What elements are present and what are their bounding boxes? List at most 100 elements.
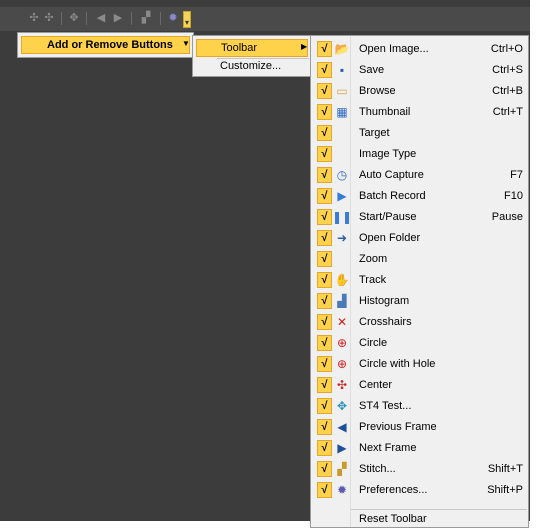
preferences-icon[interactable]: ✹ (167, 12, 179, 24)
checkmark-icon: √ (317, 251, 332, 267)
checkmark-icon: √ (317, 335, 332, 351)
crosshair-icon[interactable]: ✣ (43, 12, 55, 24)
toolbar-button-label: Batch Record (359, 190, 426, 202)
toolbar-button-item[interactable]: √ ▶ Batch Record F10 (314, 186, 526, 207)
crosshair-icon[interactable]: ✣ (28, 12, 40, 24)
toolbar-button-label: Thumbnail (359, 106, 411, 118)
thumbnail-icon: ▦ (336, 105, 348, 119)
keyboard-shortcut: Ctrl+T (492, 106, 523, 118)
toolbar-button-item[interactable]: √ Zoom (314, 249, 526, 270)
checkmark-icon: √ (317, 146, 332, 162)
add-or-remove-buttons-item[interactable]: Add or Remove Buttons ▼ (21, 36, 190, 54)
toolbar-button-item[interactable]: √ ▟ Histogram (314, 291, 526, 312)
toolbar-button-item[interactable]: √ Target (314, 123, 526, 144)
toolbar-button-item[interactable]: √ ⊕ Circle with Hole (314, 354, 526, 375)
toolbar-button-label: Histogram (359, 295, 410, 307)
checkmark-icon: √ (317, 167, 332, 183)
checkmark-icon: √ (317, 230, 332, 246)
toolbar-button-label: Zoom (359, 253, 388, 265)
toolbar-button-item[interactable]: √ ✥ ST4 Test... (314, 396, 526, 417)
toolbar-button-item[interactable]: √ ✹ Preferences... Shift+P (314, 480, 526, 501)
toolbar-button-label: Auto Capture (359, 169, 424, 181)
previous-frame-icon: ◀ (337, 420, 347, 434)
toolbar-button-label: ST4 Test... (359, 400, 412, 412)
toolbar-button-label: Next Frame (359, 442, 417, 454)
toolbar-overflow-button[interactable]: ▾ (183, 11, 191, 28)
toolbar-button-label: Open Folder (359, 232, 421, 244)
clock-icon: ◷ (336, 168, 348, 182)
toolbar-button-item[interactable]: √ ◀ Previous Frame (314, 417, 526, 438)
checkmark-icon: √ (317, 83, 332, 99)
pause-icon: ❚❚ (331, 210, 353, 224)
checkmark-icon: √ (317, 440, 332, 456)
stitch-icon[interactable]: ▞ (140, 12, 152, 24)
toolbar-button-label: Browse (359, 85, 396, 97)
toolbar-button-label: Image Type (359, 148, 417, 160)
toolbar-button-item[interactable]: √ ▞ Stitch... Shift+T (314, 459, 526, 480)
toolbar-button-label: Crosshairs (359, 316, 412, 328)
toolbar-separator (160, 12, 161, 25)
toolbar-button-item[interactable]: √ ❚❚ Start/Pause Pause (314, 207, 526, 228)
toolbar-button-item[interactable]: √ ✕ Crosshairs (314, 312, 526, 333)
toolbar-button-label: Center (359, 379, 393, 391)
toolbar-button-item[interactable]: √ ▪ Save Ctrl+S (314, 60, 526, 81)
customize-menu-item[interactable]: Customize... (196, 59, 308, 75)
toolbar-button-item[interactable]: √ ⊕ Circle (314, 333, 526, 354)
keyboard-shortcut: F7 (510, 169, 523, 181)
checkmark-icon: √ (317, 62, 332, 78)
keyboard-shortcut: Shift+P (487, 484, 523, 496)
toolbar-button-item[interactable]: √ ✣ Center (314, 375, 526, 396)
toolbar-button-label: Circle (359, 337, 388, 349)
move-icon[interactable]: ✥ (68, 12, 80, 24)
previous-frame-icon[interactable]: ◀ (95, 12, 107, 24)
reset-toolbar-item[interactable]: Reset Toolbar (314, 510, 526, 527)
checkmark-icon: √ (317, 356, 332, 372)
toolbar-button-label: Circle with Hole (359, 358, 436, 370)
chevron-down-icon: ▼ (182, 39, 190, 48)
checkmark-icon: √ (317, 209, 332, 225)
checkmark-icon: √ (317, 377, 332, 393)
toolbar-button-label: Save (359, 64, 385, 76)
toolbar-button-item[interactable]: √ ▦ Thumbnail Ctrl+T (314, 102, 526, 123)
toolbar-button-item[interactable]: √ ✋ Track (314, 270, 526, 291)
toolbar-button-label: Preferences... (359, 484, 428, 496)
next-frame-icon[interactable]: ▶ (112, 12, 124, 24)
checkmark-icon: √ (317, 104, 332, 120)
toolbar-separator (61, 12, 62, 25)
toolbar-separator (131, 12, 132, 25)
checkmark-icon: √ (317, 272, 332, 288)
save-icon: ▪ (339, 63, 345, 77)
checkmark-icon: √ (317, 314, 332, 330)
toolbar-button-item[interactable]: √ ▶ Next Frame (314, 438, 526, 459)
circle-hole-target-icon: ⊕ (336, 357, 348, 371)
customize-label: Customize... (220, 60, 282, 72)
checkmark-icon: √ (317, 461, 332, 477)
histogram-icon: ▟ (337, 294, 347, 308)
toolbar-button-item[interactable]: √ Image Type (314, 144, 526, 165)
toolbar-submenu-item[interactable]: Toolbar ▶ (196, 39, 308, 57)
browse-icon: ▭ (336, 84, 348, 98)
toolbar-button-label: Stitch... (359, 463, 396, 475)
arrow-right-icon: ➜ (336, 231, 348, 245)
st4-icon: ✥ (336, 399, 348, 413)
toolbar-button-item[interactable]: √ ▭ Browse Ctrl+B (314, 81, 526, 102)
open-folder-icon: 📂 (334, 42, 350, 56)
toolbar-button-label: Previous Frame (359, 421, 437, 433)
reset-toolbar-label: Reset Toolbar (359, 513, 427, 525)
keyboard-shortcut: Shift+T (487, 463, 523, 475)
toolbar-button-item[interactable]: √ ◷ Auto Capture F7 (314, 165, 526, 186)
toolbar-submenu-label: Toolbar (221, 42, 258, 54)
checkmark-icon: √ (317, 293, 332, 309)
checkmark-icon: √ (317, 482, 332, 498)
toolbar-button-item[interactable]: √ ➜ Open Folder (314, 228, 526, 249)
toolbar-button-label: Open Image... (359, 43, 429, 55)
keyboard-shortcut: F10 (504, 190, 523, 202)
cross-icon: ✕ (336, 315, 348, 329)
toolbar-button-label: Target (359, 127, 390, 139)
gear-icon: ✹ (336, 483, 348, 497)
context-menu: Add or Remove Buttons ▼ (17, 32, 194, 58)
add-or-remove-buttons-label: Add or Remove Buttons (47, 39, 173, 51)
keyboard-shortcut: Ctrl+B (492, 85, 523, 97)
toolbar-button-item[interactable]: √ 📂 Open Image... Ctrl+O (314, 39, 526, 60)
stitch-icon: ▞ (337, 462, 347, 476)
